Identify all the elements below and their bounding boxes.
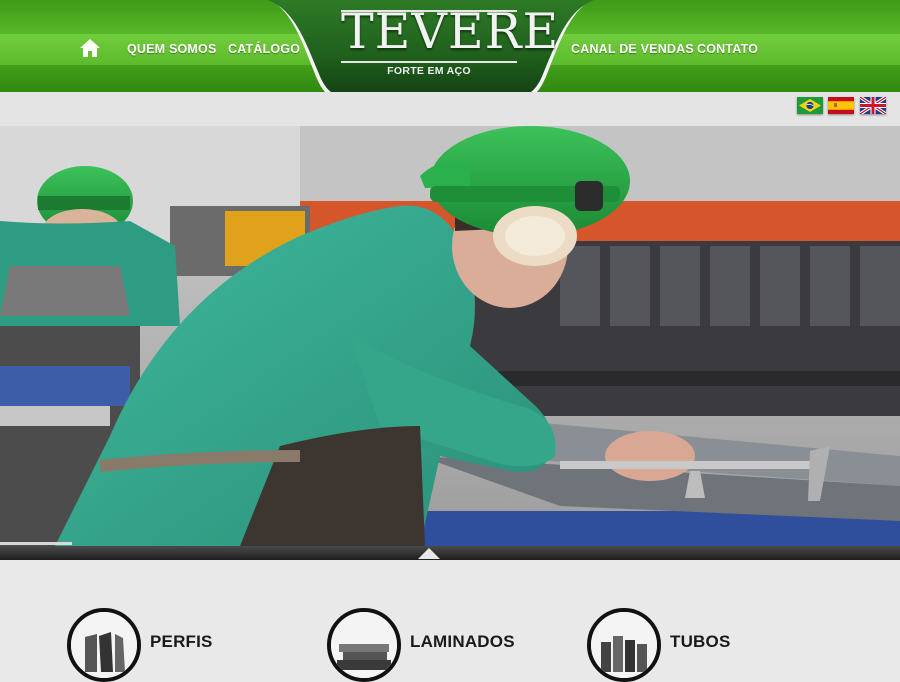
nav-quem-somos[interactable]: QUEM SOMOS (127, 42, 217, 56)
category-laminados-label[interactable]: LAMINADOS (410, 632, 515, 652)
language-strip (0, 92, 900, 126)
nav-contato[interactable]: CONTATO (697, 42, 758, 56)
category-perfis-thumbnail[interactable] (67, 608, 141, 682)
slide-progress-bar (0, 542, 72, 545)
category-laminados-thumbnail[interactable] (327, 608, 401, 682)
tubos-icon (591, 612, 657, 678)
logo-wordmark[interactable]: TEVERE (341, 6, 558, 58)
perfis-icon (71, 612, 137, 678)
hero-bottom-bar (0, 546, 900, 560)
hero-image-worker (0, 126, 900, 546)
category-perfis-label[interactable]: PERFIS (150, 632, 213, 652)
spain-flag-icon[interactable] (828, 97, 854, 114)
logo-rule-bottom (341, 61, 517, 63)
category-tubos-thumbnail[interactable] (587, 608, 661, 682)
hero-slideshow[interactable] (0, 126, 900, 546)
logo-tagline: FORTE EM AÇO (387, 65, 471, 77)
category-tubos-label[interactable]: TUBOS (670, 632, 731, 652)
home-icon[interactable] (79, 37, 101, 59)
hero-pointer-arrow (418, 548, 440, 559)
uk-flag-icon[interactable] (860, 97, 886, 114)
laminados-icon (331, 612, 397, 678)
brazil-flag-icon[interactable] (797, 97, 823, 114)
